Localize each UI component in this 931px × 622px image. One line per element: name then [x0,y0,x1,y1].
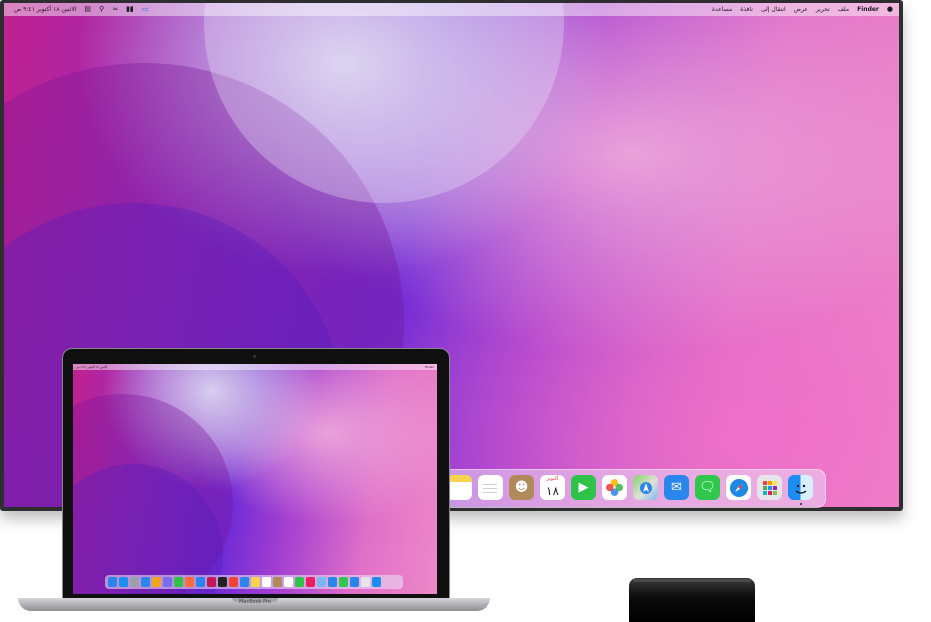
apple-tv-device [629,578,755,622]
calendar-icon[interactable]: أكتوبر ١٨ [540,475,565,500]
menu-bar-status: الاثنين ١٨ أكتوبر ٩:٤١ ص ▤ ⚲ ≈ ▮▮ ▭ [14,3,148,16]
macbook-dock-app-icon[interactable] [295,577,304,587]
search-icon[interactable]: ⚲ [99,3,104,16]
macbook-dock-app-icon[interactable] [328,577,337,587]
macbook-dock-app-icon[interactable] [273,577,282,587]
menu-window[interactable]: نافذة [740,3,753,16]
macbook-dock-app-icon[interactable] [141,577,150,587]
macbook-menu-app-name: Finder [424,365,434,369]
facetime-icon[interactable]: ▶ [571,475,596,500]
wifi-icon[interactable]: ≈ [112,3,118,16]
notes-icon[interactable] [447,475,472,500]
menu-bar: ● Finder ملف تحرير عرض انتقال إلى نافذة … [4,3,899,16]
macbook-dock-app-icon[interactable] [361,577,370,587]
calendar-month: أكتوبر [546,476,559,482]
messages-icon[interactable]: 🗨 [695,475,720,500]
launchpad-grid-icon [762,480,777,495]
maps-arrow-icon [639,481,652,494]
control-center-icon[interactable]: ▤ [84,3,91,16]
macbook-dock-app-icon[interactable] [185,577,194,587]
macbook-dock-app-icon[interactable] [163,577,172,587]
macbook-dock-app-icon[interactable] [262,577,271,587]
contacts-icon[interactable]: ☻ [509,475,534,500]
dock: ☻ أكتوبر ١٨ ▶ ✉ 🗨 [440,469,826,508]
photos-icon[interactable] [602,475,627,500]
finder-icon[interactable] [788,475,813,505]
finder-face-icon [795,484,806,494]
macbook-menu-clock: الاثنين ١٨ أكتوبر ٩:٤١ ص [76,365,108,369]
macbook-dock [105,575,403,589]
menu-view[interactable]: عرض [794,3,808,16]
macbook-dock-app-icon[interactable] [306,577,315,587]
apple-tv-top [633,579,751,582]
menu-clock[interactable]: الاثنين ١٨ أكتوبر ٩:٤١ ص [14,3,76,16]
macbook-dock-app-icon[interactable] [130,577,139,587]
battery-icon[interactable]: ▮▮ [126,3,134,16]
macbook-dock-app-icon[interactable] [240,577,249,587]
macbook-dock-app-icon[interactable] [229,577,238,587]
macbook-dock-app-icon[interactable] [317,577,326,587]
macbook-dock-app-icon[interactable] [174,577,183,587]
photos-flower-icon [605,478,624,497]
macbook-dock-app-icon[interactable] [119,577,128,587]
macbook-dock-app-icon[interactable] [108,577,117,587]
macbook-dock-app-icon[interactable] [218,577,227,587]
macbook-dock-app-icon[interactable] [196,577,205,587]
screen-mirroring-icon[interactable]: ▭ [142,3,149,16]
safari-compass-icon [729,478,748,497]
macbook-dock-app-icon[interactable] [339,577,348,587]
macbook-dock-app-icon[interactable] [350,577,359,587]
macbook-lid: Finder الاثنين ١٨ أكتوبر ٩:٤١ ص [62,348,450,601]
menu-help[interactable]: مساعدة [712,3,732,16]
mail-icon[interactable]: ✉ [664,475,689,500]
reminders-icon[interactable] [478,475,503,500]
running-indicator [799,503,802,505]
launchpad-icon[interactable] [757,475,782,500]
menu-bar-menus: ● Finder ملف تحرير عرض انتقال إلى نافذة … [712,3,893,16]
menu-go[interactable]: انتقال إلى [761,3,786,16]
calendar-day: ١٨ [546,483,559,498]
macbook-dock-app-icon[interactable] [251,577,260,587]
macbook-dock-app-icon[interactable] [372,577,381,587]
macbook-menu-bar: Finder الاثنين ١٨ أكتوبر ٩:٤١ ص [73,364,437,370]
maps-icon[interactable] [633,475,658,500]
menu-edit[interactable]: تحرير [816,3,830,16]
menu-app-name[interactable]: Finder [857,3,879,16]
macbook-label: MacBook Pro [238,599,272,605]
menu-file[interactable]: ملف [838,3,849,16]
macbook-dock-app-icon[interactable] [152,577,161,587]
camera-icon [253,355,256,358]
macbook-dock-app-icon[interactable] [207,577,216,587]
safari-icon[interactable] [726,475,751,500]
macbook-dock-app-icon[interactable] [284,577,293,587]
apple-menu-icon[interactable]: ● [887,3,893,16]
macbook-screen-wallpaper: Finder الاثنين ١٨ أكتوبر ٩:٤١ ص [73,364,437,594]
